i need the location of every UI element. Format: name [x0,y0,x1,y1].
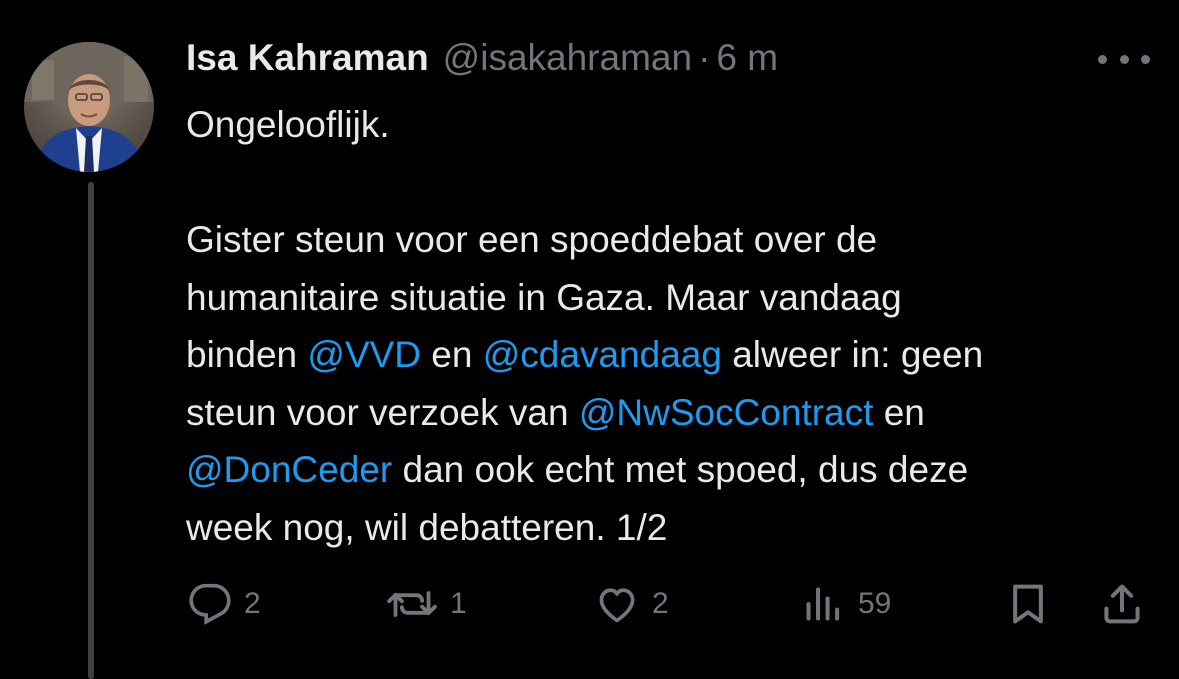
tweet[interactable]: Isa Kahraman @isakahraman · 6 m Ongeloof… [0,0,1179,679]
tweet-text-segment: alweer in: geen [721,334,984,375]
action-bar: 2 1 2 59 [0,576,1179,632]
tweet-text-segment: week nog, wil debatteren. 1/2 [186,506,668,548]
tweet-text: Ongelooflijk. Gister steun voor een spoed… [186,96,1156,556]
tweet-text-line: steun voor verzoek van @NwSocContract en [186,384,1156,442]
tweet-text-line: week nog, wil debatteren. 1/2 [186,499,1156,557]
tweet-text-line: @DonCeder dan ook echt met spoed, dus de… [186,441,1156,499]
separator-dot: · [698,37,711,78]
reply-button[interactable]: 2 [188,576,261,632]
tweet-text-line: Ongelooflijk. [186,96,1156,154]
repost-icon [387,591,437,617]
repost-count: 1 [450,587,467,620]
tweet-text-line: humanitaire situatie in Gaza. Maar vanda… [186,269,1156,327]
views-button[interactable]: 59 [800,576,891,632]
tweet-text-segment: steun voor verzoek van [186,391,579,433]
share-icon [1104,584,1140,624]
bookmark-button[interactable] [1006,576,1050,632]
mention-link[interactable]: @cdavandaag [483,334,722,375]
reply-count: 2 [244,587,261,620]
mention-link[interactable]: @NwSocContract [579,392,874,433]
avatar[interactable] [24,42,154,172]
views-count: 59 [858,587,892,620]
like-button[interactable]: 2 [594,576,669,632]
tweet-header: Isa Kahraman @isakahraman · 6 m [186,34,778,82]
tweet-text-segment: en [873,391,925,433]
tweet-text-segment: humanitaire situatie in Gaza. Maar vanda… [186,276,902,318]
avatar-photo [24,42,154,172]
tweet-text-segment: dan ook echt met spoed, dus deze [392,449,969,490]
views-icon [806,587,840,621]
like-count: 2 [652,587,669,620]
repost-button[interactable]: 1 [386,576,467,632]
more-icon[interactable] [1098,44,1150,74]
tweet-timestamp[interactable]: 6 m [716,37,778,79]
tweet-text-line [186,154,1156,212]
share-button[interactable] [1100,576,1144,632]
tweet-text-line: binden @VVD en @cdavandaag alweer in: ge… [186,326,1156,384]
bookmark-icon [1013,584,1043,624]
tweet-text-segment: Gister steun voor een spoeddebat over de [186,219,878,260]
like-icon [599,588,635,623]
mention-link[interactable]: @VVD [307,334,421,375]
mention-link[interactable]: @DonCeder [186,449,392,490]
reply-icon [189,583,231,625]
tweet-text-line: Gister steun voor een spoeddebat over de [186,211,1156,269]
tweet-text-segment: en [421,334,483,375]
author-handle[interactable]: @isakahraman [443,37,692,79]
tweet-text-segment: Ongelooflijk. [186,104,390,145]
author-display-name[interactable]: Isa Kahraman [186,37,429,79]
tweet-text-segment: binden [186,334,308,375]
